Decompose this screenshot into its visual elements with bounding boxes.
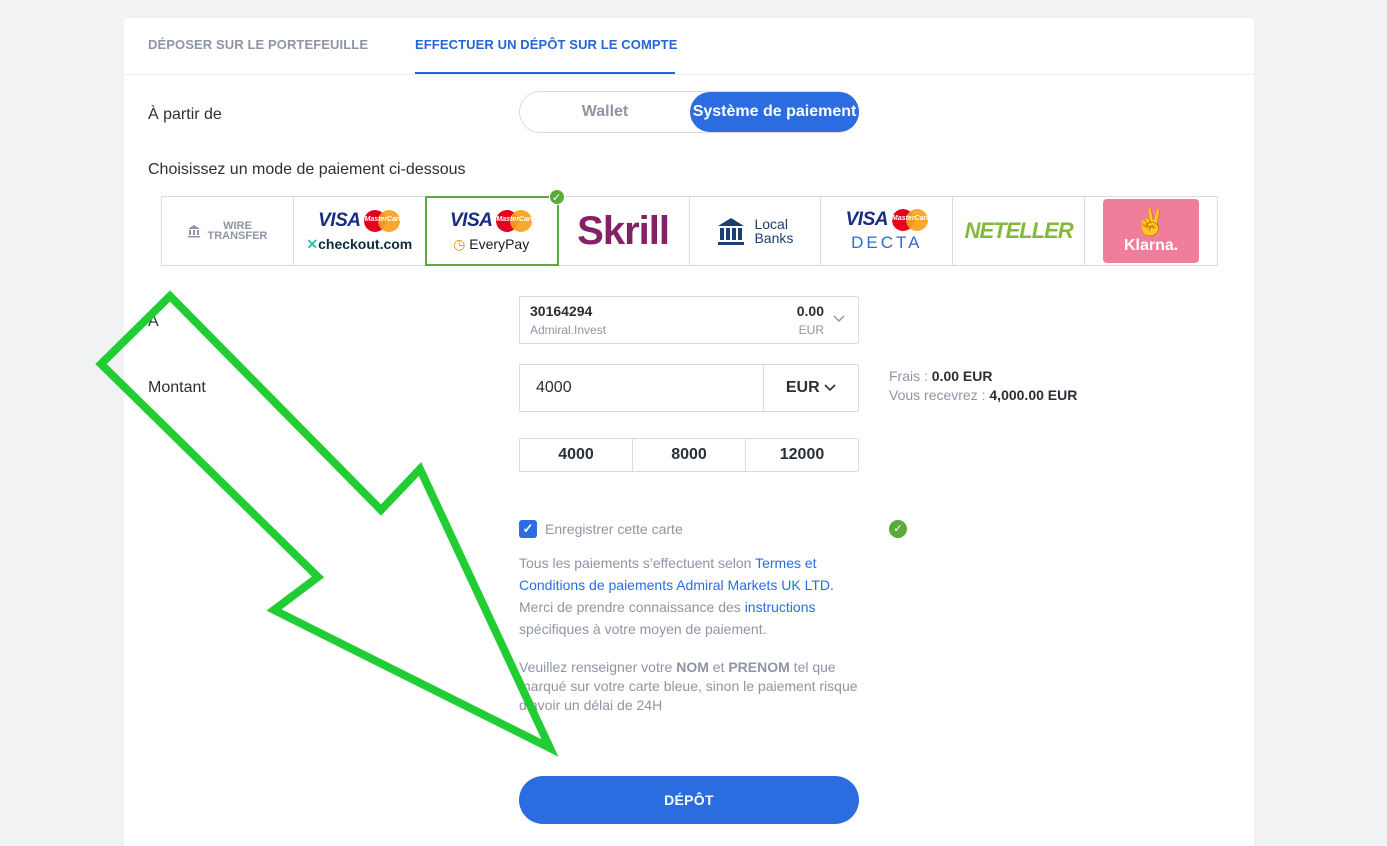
bank-icon (718, 218, 745, 245)
fees-info: Frais : 0.00 EUR Vous recevrez : 4,000.0… (889, 367, 1077, 405)
selected-check-icon: ✓ (548, 189, 565, 205)
checkmark-icon: ✓ (519, 520, 537, 538)
quick-amount-button[interactable]: 4000 (519, 438, 633, 472)
mastercard-logo: MasterCard (496, 209, 535, 232)
klarna-logo: ✌ Klarna. (1103, 199, 1200, 263)
account-currency: EUR (798, 323, 824, 337)
tab-deposit-wallet[interactable]: DÉPOSER SUR LE PORTEFEUILLE (148, 37, 368, 52)
checkout-label: checkout.com (318, 235, 413, 252)
account-name: Admiral.Invest (530, 323, 607, 337)
visa-logo: VISA (318, 209, 361, 231)
amount-input[interactable]: 4000 (519, 364, 764, 412)
instructions-link[interactable]: instructions (745, 599, 816, 615)
toggle-wallet[interactable]: Wallet (520, 92, 690, 132)
mastercard-logo: MasterCard (364, 209, 403, 232)
method-neteller[interactable]: NETELLER (953, 197, 1086, 265)
receive-label: Vous recevrez : (889, 387, 990, 403)
method-local-banks[interactable]: Local Banks (690, 197, 822, 265)
method-everypay[interactable]: VISA MasterCard ◷ EveryPay ✓ (424, 189, 565, 266)
account-select[interactable]: 30164294 Admiral.Invest 0.00 EUR (519, 296, 859, 344)
quick-amount-button[interactable]: 8000 (632, 438, 746, 472)
chevron-down-icon (833, 315, 845, 322)
method-checkout[interactable]: VISA MasterCard ✕checkout.com (294, 197, 426, 265)
local-label-2: Banks (754, 230, 794, 246)
from-label: À partir de (148, 106, 222, 123)
tab-deposit-account[interactable]: EFFECTUER UN DÉPÔT SUR LE COMPTE (415, 37, 678, 52)
tab-bar: DÉPOSER SUR LE PORTEFEUILLE EFFECTUER UN… (124, 18, 1254, 75)
visa-logo: VISA (845, 209, 889, 230)
bank-icon (188, 225, 201, 238)
account-number: 30164294 (530, 303, 593, 319)
quick-amount-button[interactable]: 12000 (745, 438, 859, 472)
currency-select[interactable]: EUR (763, 364, 859, 412)
method-skrill[interactable]: Skrill (558, 197, 690, 265)
visa-logo: VISA (450, 209, 493, 231)
skrill-logo: Skrill (577, 208, 670, 253)
neteller-logo: NETELLER (964, 218, 1074, 243)
quick-amounts: 4000 8000 12000 (519, 438, 859, 472)
receive-value: 4,000.00 EUR (989, 387, 1078, 403)
to-label: À (148, 313, 159, 330)
amount-label: Montant (148, 379, 206, 396)
save-card-checkbox[interactable]: ✓ Enregistrer cette carte (519, 520, 683, 538)
victory-hand-icon: ✌ (1134, 206, 1168, 237)
method-klarna[interactable]: ✌ Klarna. (1085, 197, 1217, 265)
decta-logo: DECTA (851, 233, 923, 252)
terms-text: Tous les paiements s’effectuent selon Te… (519, 555, 834, 637)
fees-value: 0.00 EUR (931, 368, 993, 384)
payment-methods: WIRE TRANSFER VISA MasterCard ✕checkout.… (161, 189, 1218, 266)
check-circle-icon: ✓ (889, 520, 907, 538)
fees-label: Frais : (889, 368, 932, 384)
everypay-icon: ◷ (453, 235, 470, 252)
checkout-icon: ✕ (306, 235, 319, 252)
chevron-down-icon (824, 384, 836, 392)
wire-label-2: TRANSFER (207, 230, 268, 242)
method-decta[interactable]: VISA MasterCard DECTA (821, 197, 954, 265)
mastercard-logo: MasterCard (891, 209, 931, 231)
source-toggle: Wallet Système de paiement (519, 91, 859, 133)
method-wire-transfer[interactable]: WIRE TRANSFER (162, 197, 294, 265)
toggle-payment-system[interactable]: Système de paiement (690, 92, 859, 132)
deposit-card: DÉPOSER SUR LE PORTEFEUILLE EFFECTUER UN… (124, 18, 1254, 846)
local-label-1: Local (754, 216, 788, 232)
active-tab-indicator (415, 72, 675, 74)
deposit-button[interactable]: DÉPÔT (519, 776, 859, 824)
save-card-label: Enregistrer cette carte (545, 521, 683, 537)
payment-method-heading: Choisissez un mode de paiement ci-dessou… (148, 161, 466, 178)
everypay-label: EveryPay (469, 235, 530, 252)
account-balance: 0.00 (796, 303, 824, 319)
name-notice: Veuillez renseigner votre NOM et PRENOM … (519, 659, 858, 713)
